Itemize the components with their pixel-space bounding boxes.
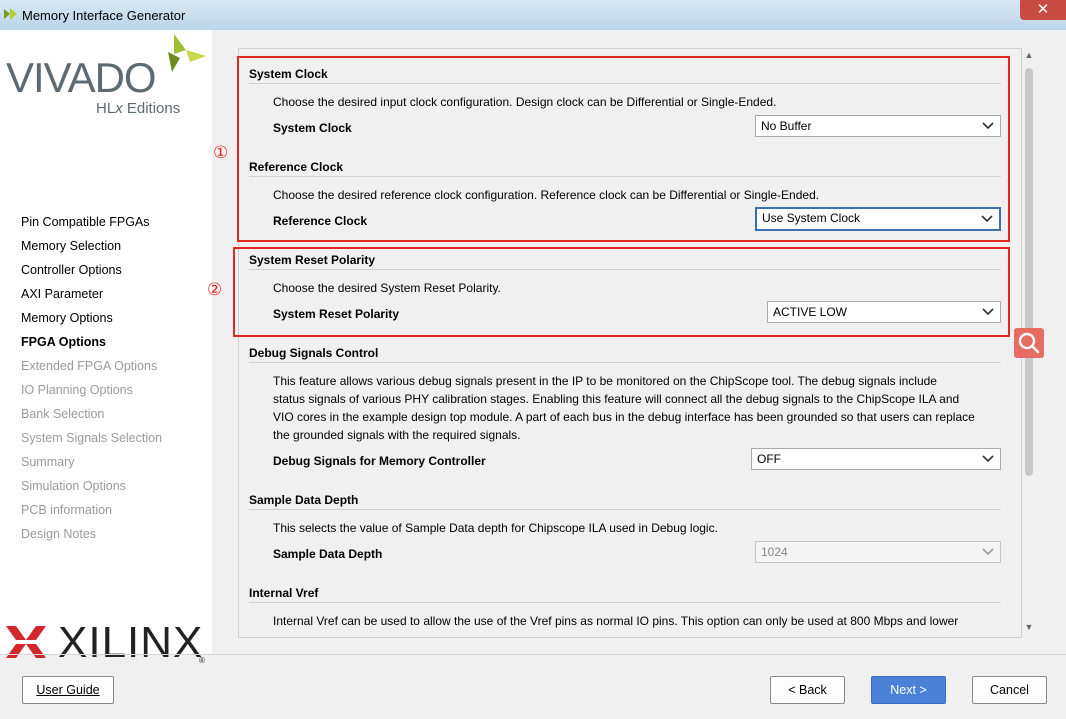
annotation-box-2: [233, 247, 1010, 337]
section-divider: [249, 362, 1001, 363]
desc-line: status signals of various PHY calibratio…: [273, 392, 960, 406]
vivado-logo-icon: [168, 34, 206, 72]
scroll-thumb[interactable]: [1025, 68, 1033, 476]
section-title-sample-depth: Sample Data Depth: [249, 493, 359, 507]
scroll-up-icon[interactable]: ▲: [1024, 50, 1034, 62]
section-title-debug: Debug Signals Control: [249, 346, 379, 360]
desc-line: VIO cores in the example design top modu…: [273, 410, 975, 424]
sample-depth-select[interactable]: 1024: [755, 541, 1001, 563]
nav-item-summary: Summary: [21, 455, 75, 469]
section-desc: Internal Vref can be used to allow the u…: [273, 614, 959, 628]
nav-item-controller-options[interactable]: Controller Options: [21, 258, 162, 282]
registered-mark: ®: [199, 656, 205, 665]
nav-item-memory-options[interactable]: Memory Options: [21, 306, 162, 330]
vivado-edition-text: HLx Editions: [96, 100, 181, 117]
scroll-down-icon[interactable]: ▼: [1024, 622, 1034, 634]
wizard-nav: Pin Compatible FPGAs Memory Selection Cont…: [21, 210, 162, 546]
nav-item-simulation-options: Simulation Options: [21, 479, 126, 493]
vivado-logo-text: VIVADO: [6, 54, 157, 101]
nav-item-pin-compatible-fpgas[interactable]: Pin Compatible FPGAs: [21, 210, 162, 234]
left-pane: VIVADO HLx Editions Pin Compatible FPGAs…: [0, 30, 212, 667]
debug-signals-label: Debug Signals for Memory Controller: [273, 454, 486, 468]
section-desc: This selects the value of Sample Data de…: [273, 521, 718, 535]
app-icon: [4, 8, 17, 20]
debug-signals-select[interactable]: OFF: [751, 448, 1001, 470]
nav-item-system-signals-selection: System Signals Selection: [21, 431, 163, 445]
annotation-marker-1: ①: [213, 143, 229, 162]
button-bar-divider: [0, 654, 1066, 655]
nav-item-io-planning-options: IO Planning Options: [21, 383, 133, 397]
title-bar: Memory Interface Generator ✕: [0, 0, 1066, 30]
nav-item-design-notes: Design Notes: [21, 527, 97, 541]
desc-line: the grounded signals with the required s…: [273, 428, 521, 442]
button-label: User Guide: [36, 683, 100, 697]
user-guide-button[interactable]: User Guide: [22, 676, 114, 704]
section-title-internal-vref: Internal Vref: [249, 586, 319, 600]
next-button[interactable]: Next >: [871, 676, 946, 704]
select-value: OFF: [757, 452, 781, 466]
chevron-down-icon: [982, 455, 994, 463]
section-divider: [249, 509, 1001, 510]
nav-item-memory-selection[interactable]: Memory Selection: [21, 234, 162, 258]
nav-item-extended-fpga-options: Extended FPGA Options: [21, 359, 158, 373]
debug-desc: This feature allows various debug signal…: [273, 372, 993, 444]
annotation-box-1: [237, 56, 1010, 242]
nav-item-axi-parameter[interactable]: AXI Parameter: [21, 282, 162, 306]
nav-item-bank-selection: Bank Selection: [21, 407, 105, 421]
window-title: Memory Interface Generator: [22, 8, 186, 23]
annotation-marker-2: ②: [207, 280, 223, 299]
sample-depth-label: Sample Data Depth: [273, 547, 383, 561]
chevron-down-icon: [982, 548, 994, 556]
select-value: 1024: [761, 545, 788, 559]
button-label: Next >: [890, 683, 927, 697]
desc-line: This feature allows various debug signal…: [273, 374, 937, 388]
magnifier-button[interactable]: [1014, 328, 1044, 358]
section-divider: [249, 602, 1001, 603]
close-button[interactable]: ✕: [1020, 0, 1066, 20]
button-label: Cancel: [990, 683, 1029, 697]
back-button[interactable]: < Back: [770, 676, 845, 704]
nav-item-fpga-options[interactable]: FPGA Options: [21, 330, 162, 354]
xilinx-logo-icon: [6, 626, 46, 658]
nav-item-pcb-information: PCB information: [21, 503, 113, 517]
button-label: < Back: [788, 683, 827, 697]
xilinx-logo-text: XILINX: [58, 618, 204, 667]
cancel-button[interactable]: Cancel: [972, 676, 1047, 704]
search-icon: [1018, 332, 1040, 354]
